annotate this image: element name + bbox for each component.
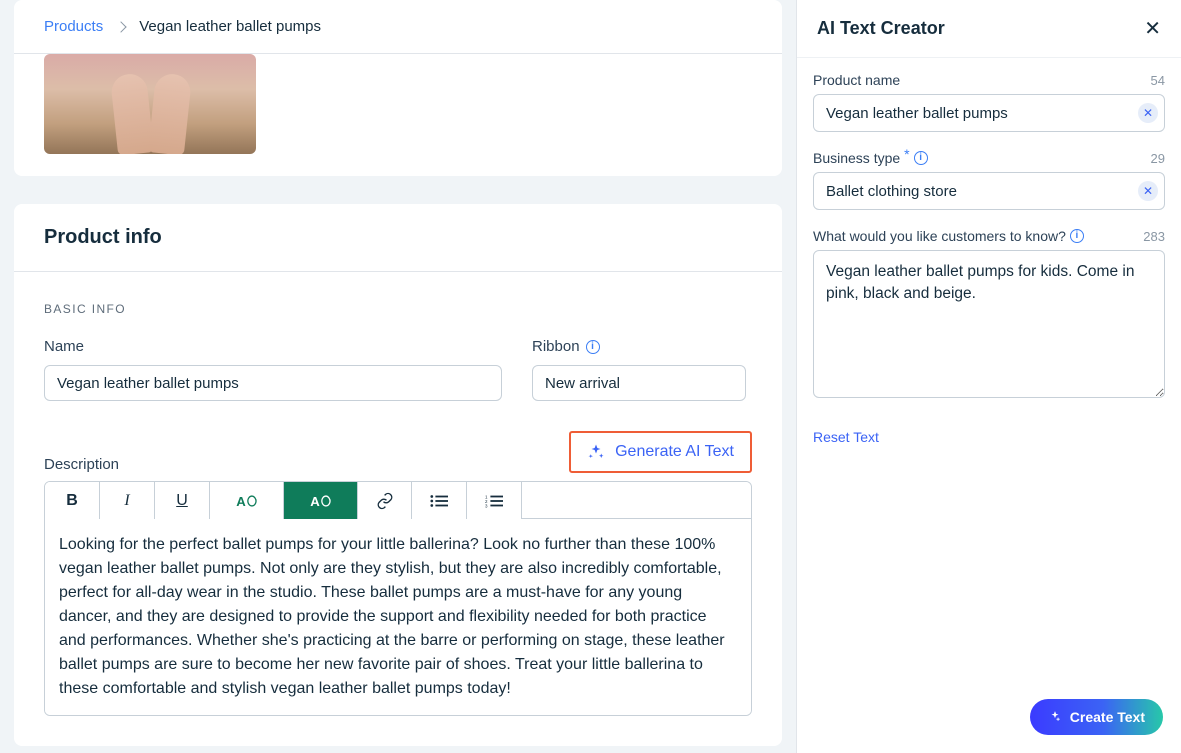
customers-know-count: 283	[1143, 229, 1165, 244]
sparkle-plus-icon	[1048, 710, 1062, 724]
info-icon[interactable]: i	[914, 151, 928, 165]
description-editor: B I U A A 123	[44, 481, 752, 716]
sparkle-icon	[587, 443, 605, 461]
ribbon-field-label: Ribbon i	[532, 338, 746, 355]
chevron-right-icon	[116, 21, 127, 32]
italic-button[interactable]: I	[100, 482, 155, 519]
svg-text:A: A	[310, 493, 320, 508]
business-type-label-text: Business type	[813, 150, 900, 166]
product-name-count: 54	[1151, 73, 1165, 88]
ai-text-creator-panel: AI Text Creator ✕ Product name 54 ✕ Busi…	[796, 0, 1181, 753]
clear-product-name-icon[interactable]: ✕	[1138, 103, 1158, 123]
business-type-count: 29	[1151, 151, 1165, 166]
link-button[interactable]	[357, 482, 412, 519]
close-icon[interactable]: ✕	[1144, 19, 1161, 39]
product-name-label: Product name	[813, 72, 900, 88]
info-icon[interactable]: i	[1070, 229, 1084, 243]
clear-business-type-icon[interactable]: ✕	[1138, 181, 1158, 201]
panel-title: AI Text Creator	[817, 18, 945, 39]
customers-know-label-text: What would you like customers to know?	[813, 228, 1066, 244]
customers-know-textarea[interactable]: Vegan leather ballet pumps for kids. Com…	[813, 250, 1165, 398]
create-text-label: Create Text	[1070, 709, 1145, 725]
product-name-input[interactable]	[826, 105, 1138, 122]
breadcrumb-root-link[interactable]: Products	[44, 18, 103, 35]
create-text-button[interactable]: Create Text	[1030, 699, 1163, 735]
text-color-button[interactable]: A	[210, 482, 284, 519]
product-info-card: Product info BASIC INFO Name Ribbon i De…	[14, 204, 782, 746]
info-icon[interactable]: i	[586, 340, 600, 354]
business-type-label: Business type * i	[813, 150, 928, 166]
highlight-button[interactable]: A	[284, 482, 358, 519]
ribbon-label-text: Ribbon	[532, 338, 580, 355]
basic-info-section-label: BASIC INFO	[44, 302, 752, 316]
bullet-list-button[interactable]	[412, 482, 467, 519]
svg-text:A: A	[236, 493, 246, 508]
breadcrumb: Products Vegan leather ballet pumps	[14, 0, 782, 54]
generate-ai-text-button[interactable]: Generate AI Text	[569, 431, 752, 473]
numbered-list-button[interactable]: 123	[467, 482, 522, 519]
editor-toolbar: B I U A A 123	[45, 482, 751, 519]
generate-ai-text-label: Generate AI Text	[615, 443, 734, 461]
name-field-label: Name	[44, 338, 502, 355]
breadcrumb-current: Vegan leather ballet pumps	[139, 18, 321, 35]
ribbon-input[interactable]	[532, 365, 746, 401]
customers-know-label: What would you like customers to know? i	[813, 228, 1084, 244]
product-image[interactable]	[44, 54, 256, 154]
svg-text:3: 3	[485, 503, 488, 508]
underline-button[interactable]: U	[155, 482, 210, 519]
name-input[interactable]	[44, 365, 502, 401]
card-title: Product info	[14, 204, 782, 272]
reset-text-link[interactable]: Reset Text	[813, 429, 879, 445]
product-image-card	[14, 54, 782, 176]
description-textarea[interactable]: Looking for the perfect ballet pumps for…	[45, 519, 751, 715]
bold-button[interactable]: B	[45, 482, 100, 519]
description-field-label: Description	[44, 456, 119, 473]
business-type-input[interactable]	[826, 183, 1138, 200]
required-asterisk: *	[904, 146, 909, 162]
